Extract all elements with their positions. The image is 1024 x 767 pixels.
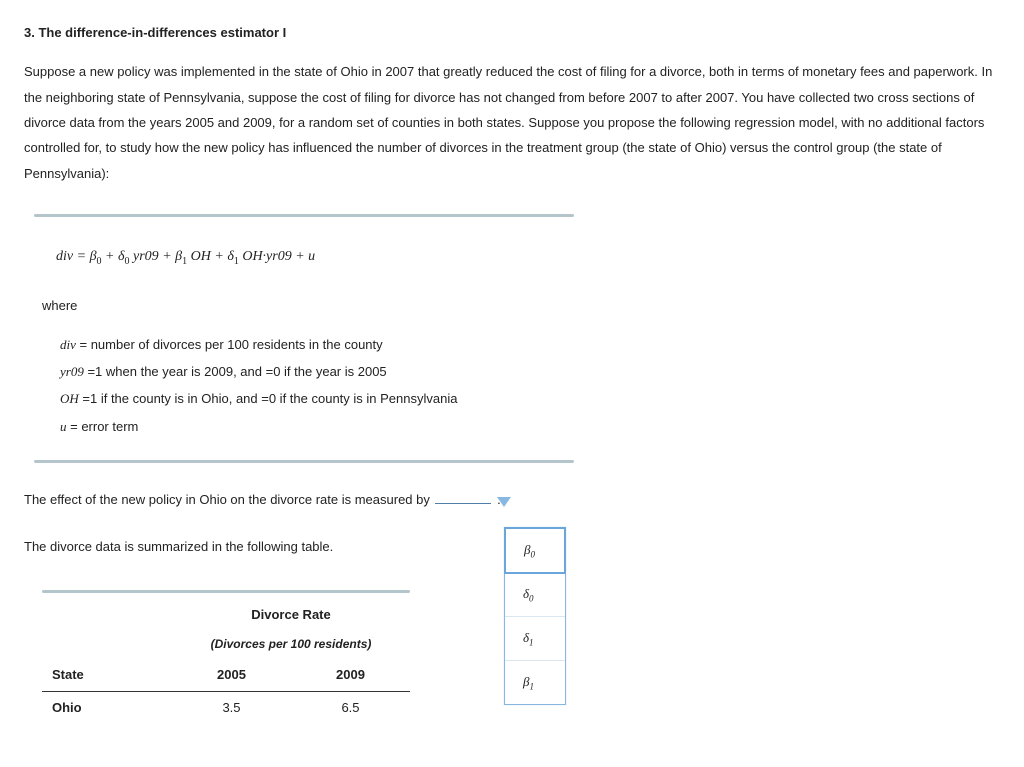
dropdown-option-beta1[interactable]: β1: [505, 661, 565, 704]
dropdown-menu: β0 δ0 δ1 β1: [504, 527, 566, 706]
divorce-rate-table: Divorce Rate (Divorces per 100 residents…: [42, 599, 410, 723]
table-header-main: Divorce Rate: [172, 599, 410, 630]
where-label: where: [42, 293, 1000, 318]
table-col-2005: 2005: [172, 659, 291, 691]
chevron-down-icon: [497, 497, 511, 507]
dropdown-option-beta0[interactable]: β0: [504, 527, 566, 574]
table-col-state: State: [42, 659, 172, 691]
question-line-1: The effect of the new policy in Ohio on …: [24, 487, 1000, 512]
table-row: Ohio 3.5 6.5: [42, 691, 410, 723]
table-header-sub: (Divorces per 100 residents): [172, 630, 410, 659]
variable-definitions: div = number of divorces per 100 residen…: [60, 331, 1000, 440]
regression-equation: div = β0 + δ0 yr09 + β1 OH + δ1 OH·yr09 …: [56, 243, 1000, 271]
table-top-rule: [42, 590, 410, 593]
answer-blank-dropdown[interactable]: [435, 503, 491, 504]
question-intro: Suppose a new policy was implemented in …: [24, 59, 1000, 186]
question-title: 3. The difference-in-differences estimat…: [24, 20, 1000, 45]
dropdown-option-delta1[interactable]: δ1: [505, 617, 565, 661]
dropdown-option-delta0[interactable]: δ0: [505, 573, 565, 617]
table-col-2009: 2009: [291, 659, 410, 691]
divider-bottom: [34, 460, 574, 463]
divider-top: [34, 214, 574, 217]
